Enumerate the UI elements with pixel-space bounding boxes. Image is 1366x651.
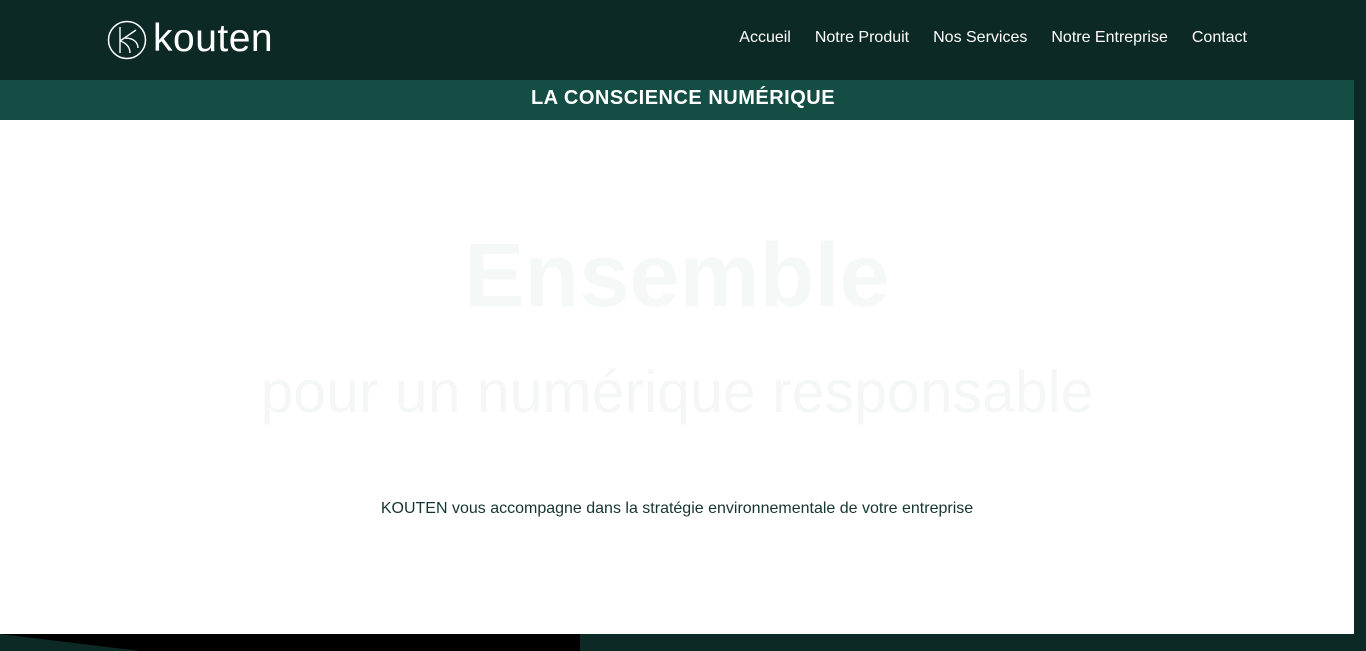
nav-item-contact[interactable]: Contact [1192,28,1247,48]
hero-subtitle: pour un numérique responsable [260,359,1094,425]
brand-name: kouten [153,17,274,60]
nav-item-accueil[interactable]: Accueil [739,28,791,48]
main-nav: Accueil Notre Produit Nos Services Notre… [739,28,1247,48]
nav-item-nos-services[interactable]: Nos Services [933,28,1027,48]
hero-description: KOUTEN vous accompagne dans la stratégie… [380,500,974,517]
footer-shape-right [580,634,1366,651]
nav-item-notre-entreprise[interactable]: Notre Entreprise [1051,28,1168,48]
hero-title: Ensemble [464,226,890,326]
tagline-title: LA CONSCIENCE NUMÉRIQUE [530,87,836,109]
nav-item-notre-produit[interactable]: Notre Produit [815,28,909,48]
brand-logo[interactable]: kouten [107,17,274,60]
kouten-logo-icon [107,20,147,60]
site-header: kouten Accueil Notre Produit Nos Service… [0,0,1366,80]
page-edge-strip [1354,80,1366,651]
